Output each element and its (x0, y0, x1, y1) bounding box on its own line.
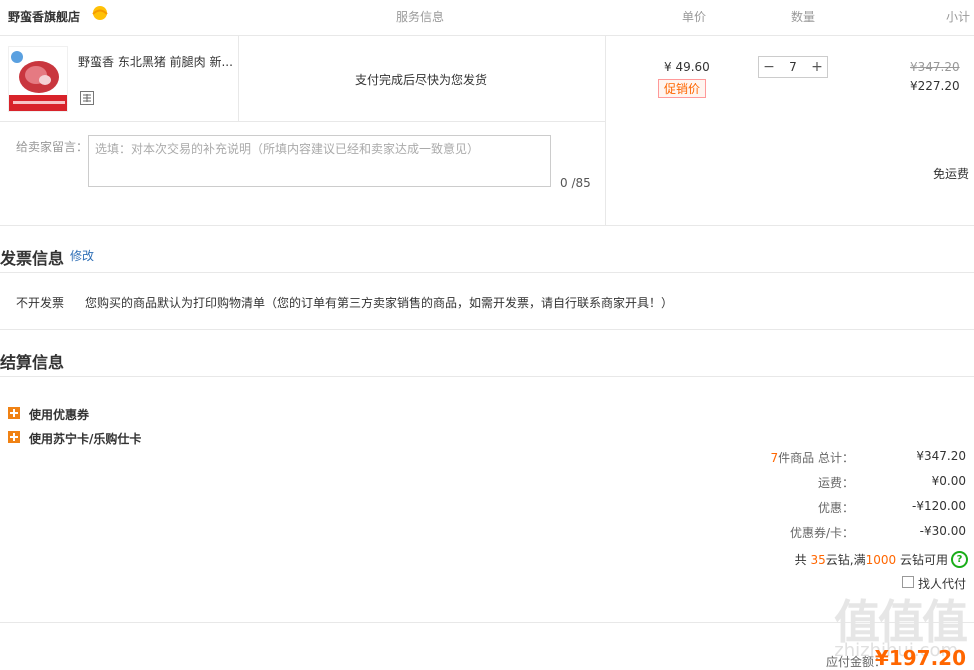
invoice-title: 发票信息 (0, 249, 65, 268)
freight-label: 运费： (817, 476, 854, 490)
remark-label: 给卖家留言： (16, 140, 89, 154)
quantity-stepper[interactable]: − 7 + (758, 56, 828, 78)
payable-amount: ¥197.20 (874, 646, 966, 670)
increase-button[interactable]: + (807, 57, 827, 77)
store-name[interactable]: 野蛮香旗舰店 (8, 8, 80, 25)
service-text: 支付完成后尽快为您发货 (355, 73, 488, 87)
total-value: ¥347.20 (916, 449, 966, 463)
return-policy-icon (80, 91, 94, 105)
unit-price: ¥ 49.60 (664, 60, 710, 74)
freight-value: ¥0.00 (931, 474, 966, 488)
subtotal: ¥227.20 (910, 79, 960, 93)
help-icon[interactable]: ? (951, 551, 968, 568)
use-card-toggle[interactable]: 使用苏宁卡/乐购仕卡 (29, 430, 141, 447)
decrease-button[interactable]: − (759, 57, 779, 77)
divider (0, 121, 605, 122)
promo-badge: 促销价 (658, 79, 706, 98)
product-image-icon (9, 47, 67, 111)
shipping-label: 免运费 (933, 167, 970, 181)
divider (0, 35, 974, 36)
product-name[interactable]: 野蛮香 东北黑猪 前腿肉 新... (78, 53, 234, 70)
remark-input[interactable] (88, 135, 551, 187)
column-price: 单价 (682, 10, 707, 24)
settlement-title: 结算信息 (0, 353, 65, 372)
diamond-info: 共 35云钻,满1000 云钻可用 (794, 553, 948, 567)
column-subtotal: 小计 (946, 10, 971, 24)
divider (0, 376, 974, 377)
expand-plus-icon[interactable] (8, 431, 20, 443)
column-service: 服务信息 (396, 10, 445, 24)
store-badge-icon (92, 6, 108, 20)
divider (605, 36, 606, 225)
original-subtotal: ¥347.20 (910, 60, 960, 74)
remark-counter: 0 /85 (560, 176, 591, 190)
use-coupon-toggle[interactable]: 使用优惠券 (29, 406, 89, 423)
divider (0, 225, 974, 226)
divider (238, 36, 239, 121)
discount-value: -¥120.00 (912, 499, 966, 513)
coupon-card-value: -¥30.00 (919, 524, 966, 538)
item-count-label: 7件商品 总计： (771, 449, 854, 466)
invoice-type: 不开发票 (16, 296, 65, 310)
column-quantity: 数量 (791, 10, 816, 24)
divider (0, 272, 974, 273)
invoice-note: 您购买的商品默认为打印购物清单（您的订单有第三方卖家销售的商品，如需开发票，请自… (85, 296, 674, 310)
item-count-suffix: 件商品 总计： (778, 451, 854, 465)
discount-label: 优惠： (817, 501, 854, 515)
invoice-edit-link[interactable]: 修改 (70, 247, 94, 264)
divider (0, 622, 974, 623)
expand-plus-icon[interactable] (8, 407, 20, 419)
quantity-value[interactable]: 7 (779, 57, 807, 77)
coupon-card-label: 优惠券/卡： (789, 526, 854, 540)
product-thumbnail[interactable] (8, 46, 68, 112)
divider (0, 329, 974, 330)
